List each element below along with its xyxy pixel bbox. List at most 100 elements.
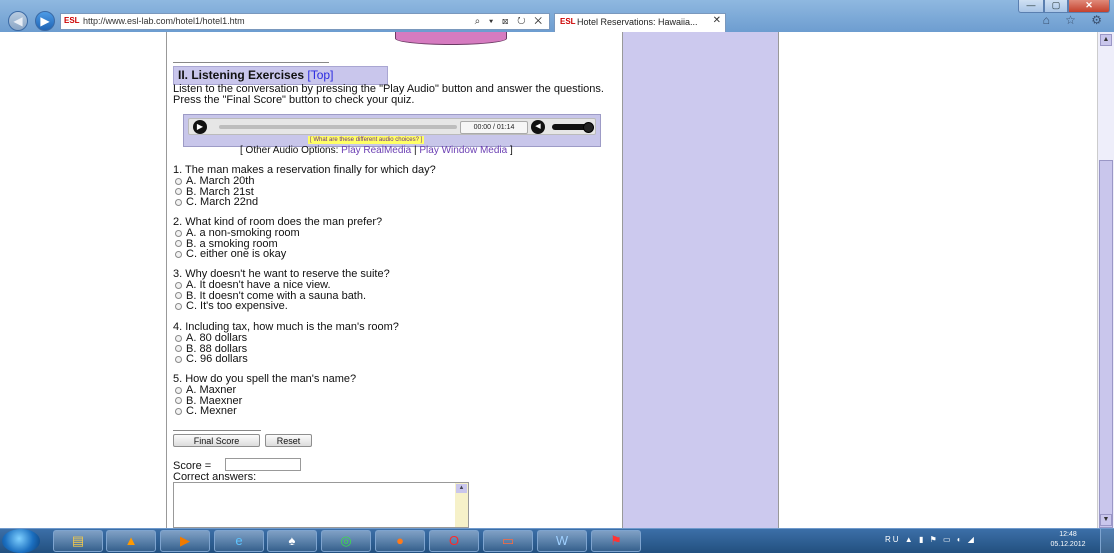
answer-option[interactable]: C. It's too expensive. xyxy=(173,301,390,312)
question-4: 4. Including tax, how much is the man's … xyxy=(173,322,399,365)
volume-slider[interactable] xyxy=(552,122,594,133)
answer-option[interactable]: A. Maxner xyxy=(173,385,356,396)
correct-answers-textarea[interactable]: ▲ xyxy=(173,482,469,528)
radio-button[interactable] xyxy=(175,397,182,405)
textarea-scrollbar[interactable]: ▲ xyxy=(455,483,468,527)
section-title: II. Listening Exercises xyxy=(178,68,305,82)
radio-button[interactable] xyxy=(175,407,182,415)
maximize-button[interactable]: ▢ xyxy=(1044,0,1068,13)
volume-icon[interactable]: ◀ xyxy=(531,120,545,134)
tab-favicon: ESL xyxy=(560,17,576,26)
scrollbar-thumb[interactable] xyxy=(1099,160,1113,528)
address-bar[interactable]: ESL http://www.esl-lab.com/hotel1/hotel1… xyxy=(60,13,550,30)
start-button[interactable] xyxy=(2,529,40,553)
answer-option[interactable]: A. a non-smoking room xyxy=(173,228,382,239)
address-url[interactable]: http://www.esl-lab.com/hotel1/hotel1.htm xyxy=(83,15,245,28)
browser-chrome: — ▢ ✕ ◀ ▶ ESL http://www.esl-lab.com/hot… xyxy=(0,0,1114,32)
forward-button[interactable]: ▶ xyxy=(35,11,55,31)
radio-button[interactable] xyxy=(175,292,182,300)
answer-option[interactable]: C. Mexner xyxy=(173,406,356,417)
option-label: C. March 22nd xyxy=(186,196,259,208)
language-indicator[interactable]: RU xyxy=(885,535,901,544)
scroll-up-icon[interactable]: ▲ xyxy=(456,484,467,493)
show-desktop-button[interactable] xyxy=(1100,529,1114,553)
option-label: C. 96 dollars xyxy=(186,353,248,365)
radio-button[interactable] xyxy=(175,240,182,248)
divider xyxy=(173,430,261,431)
page-scrollbar[interactable]: ▲ ▼ xyxy=(1097,32,1114,528)
firefox-icon[interactable]: ● xyxy=(375,530,425,552)
media-player-icon[interactable]: ▶ xyxy=(160,530,210,552)
internet-explorer-icon[interactable]: e xyxy=(214,530,264,552)
option-label: C. either one is okay xyxy=(186,248,287,260)
play-realmedia-link[interactable]: Play RealMedia xyxy=(341,145,411,156)
audio-choices-link[interactable]: [ What are these different audio choices… xyxy=(308,136,425,144)
solitaire-icon[interactable]: ♠ xyxy=(267,530,317,552)
play-windowmedia-link[interactable]: Play Window Media xyxy=(419,145,507,156)
close-window-button[interactable]: ✕ xyxy=(1068,0,1110,13)
radio-button[interactable] xyxy=(175,302,182,310)
radio-button[interactable] xyxy=(175,281,182,289)
site-favicon: ESL xyxy=(64,16,80,25)
reset-button[interactable]: Reset xyxy=(265,434,312,447)
tray-icons[interactable]: ▲ ▮ ⚑ ▭ ◐ ◢ xyxy=(905,535,976,544)
other-audio-options: [ Other Audio Options: Play RealMedia | … xyxy=(240,145,513,157)
radio-button[interactable] xyxy=(175,355,182,363)
radio-button[interactable] xyxy=(175,386,182,394)
radio-button[interactable] xyxy=(175,345,182,353)
vlc-icon[interactable]: ▲ xyxy=(106,530,156,552)
decorative-graphic xyxy=(395,32,507,45)
tab-title: Hotel Reservations: Hawaiia... xyxy=(577,17,698,27)
chat-icon[interactable]: ◎ xyxy=(321,530,371,552)
tab-close-icon[interactable]: ✕ xyxy=(713,15,721,26)
presentation-icon[interactable]: ▭ xyxy=(483,530,533,552)
answer-option[interactable]: C. 96 dollars xyxy=(173,354,399,365)
volume-knob[interactable] xyxy=(583,122,594,133)
radio-button[interactable] xyxy=(175,334,182,342)
file-explorer-icon[interactable]: ▤ xyxy=(53,530,103,552)
radio-button[interactable] xyxy=(175,229,182,237)
top-link[interactable]: [Top] xyxy=(307,68,333,82)
taskbar: ▤ ▲ ▶ e ♠ ◎ ● O ▭ W ⚑ RU ▲ ▮ ⚑ ▭ ◐ ◢ 12:… xyxy=(0,528,1114,553)
seek-bar[interactable] xyxy=(219,125,457,129)
clock-time: 12:48 xyxy=(1059,531,1077,538)
acrobat-icon[interactable]: ⚑ xyxy=(591,530,641,552)
option-label: A. March 20th xyxy=(186,175,255,187)
answer-option[interactable]: C. either one is okay xyxy=(173,249,382,260)
answer-option[interactable]: A. March 20th xyxy=(173,176,436,187)
instructions-text: Listen to the conversation by pressing t… xyxy=(173,83,604,106)
clock[interactable]: 12:48 05.12.2012 xyxy=(1040,530,1096,550)
radio-button[interactable] xyxy=(175,177,182,185)
divider xyxy=(173,62,329,63)
right-sidebar-column xyxy=(622,32,779,528)
play-icon[interactable]: ▶ xyxy=(193,120,207,134)
question-3: 3. Why doesn't he want to reserve the su… xyxy=(173,269,390,312)
radio-button[interactable] xyxy=(175,188,182,196)
other-audio-suffix: ] xyxy=(507,145,513,156)
back-button[interactable]: ◀ xyxy=(8,11,28,31)
scroll-up-icon[interactable]: ▲ xyxy=(1100,34,1112,46)
system-tray[interactable]: RU ▲ ▮ ⚑ ▭ ◐ ◢ xyxy=(885,532,976,548)
final-score-button[interactable]: Final Score xyxy=(173,434,260,447)
option-label: A. a non-smoking room xyxy=(186,227,300,239)
radio-button[interactable] xyxy=(175,198,182,206)
tab-hotel-reservations[interactable]: ESL Hotel Reservations: Hawaiia... ✕ xyxy=(554,13,726,32)
option-label: A. 80 dollars xyxy=(186,332,248,344)
option-label: C. Mexner xyxy=(186,405,237,417)
option-label: A. It doesn't have a nice view. xyxy=(186,279,331,291)
opera-icon[interactable]: O xyxy=(429,530,479,552)
address-controls[interactable]: ⌕ ▾ ⊠ ↻ ✕ xyxy=(475,14,545,29)
page-content: II. Listening Exercises [Top] Listen to … xyxy=(0,32,1097,528)
question-1: 1. The man makes a reservation finally f… xyxy=(173,165,436,208)
scroll-down-icon[interactable]: ▼ xyxy=(1100,514,1112,526)
home-favorites-tools-icons[interactable]: ⌂ ☆ ⚙ xyxy=(1043,13,1108,27)
score-field[interactable] xyxy=(225,458,301,471)
question-2: 2. What kind of room does the man prefer… xyxy=(173,217,382,260)
question-5: 5. How do you spell the man's name? A. M… xyxy=(173,374,356,417)
radio-button[interactable] xyxy=(175,250,182,258)
answer-option[interactable]: C. March 22nd xyxy=(173,197,436,208)
answer-option[interactable]: A. 80 dollars xyxy=(173,333,399,344)
answer-option[interactable]: A. It doesn't have a nice view. xyxy=(173,280,390,291)
minimize-button[interactable]: — xyxy=(1018,0,1044,13)
word-icon[interactable]: W xyxy=(537,530,587,552)
